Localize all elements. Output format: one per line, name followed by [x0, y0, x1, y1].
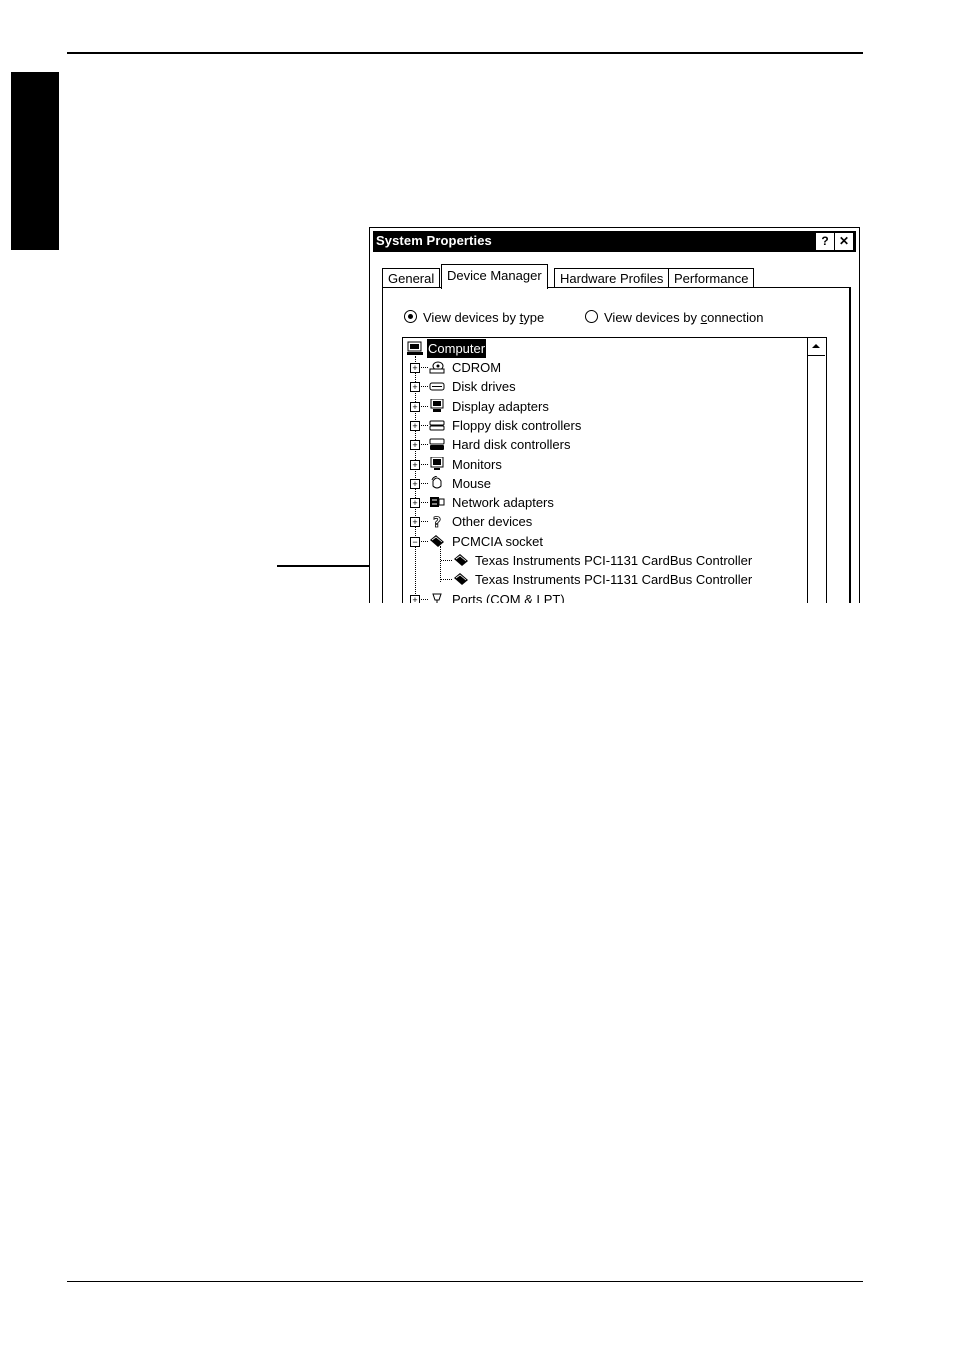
tree-item-label: Other devices	[452, 514, 533, 530]
scroll-up-arrow-icon[interactable]	[808, 338, 825, 356]
question-mark-icon: ?	[433, 515, 442, 528]
cdrom-icon	[429, 361, 445, 374]
view-by-connection-label-suffix: onnection	[707, 310, 764, 325]
tree-item-label: Monitors	[452, 456, 502, 472]
tree-category-item[interactable]: + Ports (COM & LPT)	[403, 590, 803, 603]
tree-child-item[interactable]: Texas Instruments PCI-1131 CardBus Contr…	[403, 551, 803, 570]
tree-item-label: PCMCIA socket	[452, 533, 544, 549]
tree-item-label: Hard disk controllers	[452, 437, 571, 453]
tab-general[interactable]: General	[382, 268, 441, 288]
view-by-type-label-suffix: ype	[523, 310, 545, 325]
expand-icon[interactable]: +	[410, 401, 420, 412]
expand-icon[interactable]: +	[410, 382, 420, 393]
window-title: System Properties	[376, 233, 492, 248]
tree-root-computer[interactable]: Computer	[407, 339, 807, 358]
radio-unchecked-icon[interactable]	[585, 310, 598, 323]
tree-item-label: Network adapters	[452, 495, 554, 511]
view-by-connection-label: View devices by	[604, 310, 701, 325]
close-button[interactable]: ✕	[835, 233, 853, 250]
expand-icon[interactable]: +	[410, 363, 420, 373]
radio-checked-icon[interactable]	[404, 310, 417, 323]
tree-item-label: Display adapters	[452, 398, 549, 414]
computer-icon	[407, 341, 423, 355]
collapse-icon[interactable]: −	[410, 536, 420, 547]
monitor-icon	[430, 456, 444, 470]
system-properties-window: System Properties ? ✕ General Device Man…	[369, 227, 860, 603]
expand-icon[interactable]: +	[410, 594, 420, 603]
tree-item-label: Disk drives	[452, 379, 516, 395]
tab-hardware-profiles[interactable]: Hardware Profiles	[554, 268, 670, 288]
view-by-type-label: View devices by	[423, 310, 520, 325]
device-tree[interactable]: Computer + CDROM + Disk drives + Display adap…	[402, 337, 827, 603]
tree-item-label: Floppy disk controllers	[452, 417, 582, 433]
tree-root-label: Computer	[427, 339, 487, 358]
floppy-controller-icon	[429, 420, 445, 431]
tab-device-manager[interactable]: Device Manager	[441, 264, 548, 289]
screenshot-crop: System Properties ? ✕ General Device Man…	[369, 227, 862, 603]
disk-drive-icon	[429, 382, 445, 391]
tree-category-item[interactable]: + Monitors	[403, 455, 803, 474]
view-by-connection-radio[interactable]: View devices by connection	[585, 310, 763, 325]
side-thumb-tab	[11, 72, 59, 250]
tree-category-item[interactable]: + Floppy disk controllers	[403, 416, 803, 435]
tree-category-item[interactable]: +? Other devices	[403, 512, 803, 531]
tree-item-label: Ports (COM & LPT)	[452, 591, 565, 603]
pcmcia-icon	[430, 534, 444, 547]
expand-icon[interactable]: +	[410, 478, 420, 489]
tree-category-item[interactable]: + CDROM	[403, 358, 803, 377]
tree-connector-line	[441, 560, 452, 561]
tree-category-item[interactable]: − PCMCIA socket	[403, 532, 803, 551]
tree-item-label: Texas Instruments PCI-1131 CardBus Contr…	[475, 572, 753, 588]
mouse-icon	[431, 475, 442, 489]
expand-icon[interactable]: +	[410, 440, 420, 451]
pcmcia-icon	[454, 573, 468, 586]
tree-category-item[interactable]: + Hard disk controllers	[403, 435, 803, 454]
hard-disk-controller-icon	[429, 438, 445, 451]
help-button[interactable]: ?	[816, 233, 834, 250]
expand-icon[interactable]: +	[410, 459, 420, 470]
tree-category-item[interactable]: + Network adapters	[403, 493, 803, 512]
tree-item-label: Mouse	[452, 475, 492, 491]
network-adapter-icon	[430, 497, 445, 508]
expand-icon[interactable]: +	[410, 420, 420, 431]
view-by-type-radio[interactable]: View devices by type	[404, 310, 544, 325]
tree-item-label: Texas Instruments PCI-1131 CardBus Contr…	[475, 553, 753, 568]
tree-connector-line	[441, 579, 452, 581]
expand-icon[interactable]: +	[410, 498, 420, 509]
tree-category-item[interactable]: + Disk drives	[403, 377, 803, 396]
tree-category-item[interactable]: + Mouse	[403, 474, 803, 493]
svg-text:?: ?	[433, 515, 441, 528]
footer-rule	[67, 1281, 863, 1282]
tree-item-label: CDROM	[452, 360, 502, 375]
tree-child-item[interactable]: Texas Instruments PCI-1131 CardBus Contr…	[403, 570, 803, 589]
expand-icon[interactable]: +	[410, 517, 420, 528]
vertical-scrollbar[interactable]	[807, 338, 826, 603]
title-bar[interactable]: System Properties ? ✕	[373, 231, 856, 252]
header-rule	[67, 52, 863, 54]
pcmcia-icon	[454, 554, 468, 566]
tree-category-item[interactable]: + Display adapters	[403, 397, 803, 416]
tab-performance[interactable]: Performance	[668, 268, 755, 288]
display-adapter-icon	[430, 398, 444, 412]
port-icon	[432, 593, 442, 603]
